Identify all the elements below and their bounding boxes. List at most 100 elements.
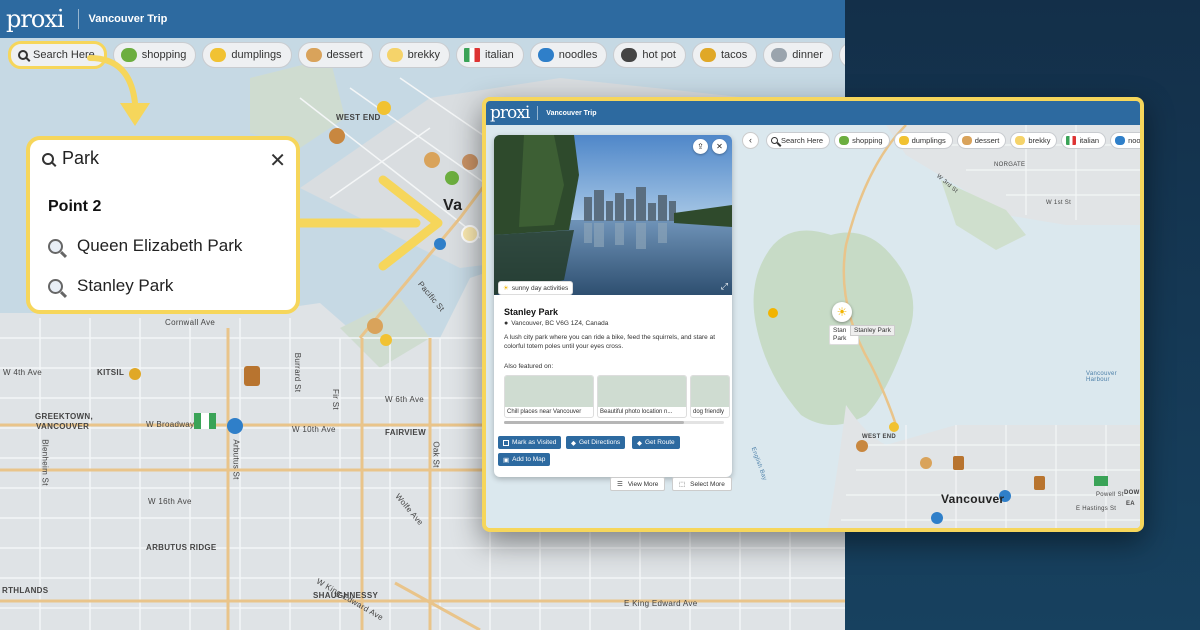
button-label: Get Directions (579, 439, 621, 446)
close-icon[interactable]: ✕ (712, 139, 727, 154)
hot-pot-icon (621, 48, 638, 62)
chip-noodles[interactable]: noo (1110, 132, 1140, 149)
search-query-text: Park (62, 148, 100, 168)
place-name: Stanley Park (504, 307, 559, 317)
chip-dessert[interactable]: dessert (956, 132, 1007, 149)
checkbox-icon (503, 439, 509, 446)
pin-tooltip: Stanley Park (850, 325, 895, 336)
sun-marker-pin[interactable]: ☀ (832, 302, 852, 322)
proxi-logo[interactable]: proxi (0, 5, 64, 33)
featured-lists: Chill places near Vancouver Beautiful ph… (504, 375, 730, 418)
view-more-button[interactable]: ☰ View More (610, 477, 666, 491)
chip-label: dumplings (911, 136, 946, 145)
map-label: GREEKTOWN, (35, 412, 93, 421)
egg-icon (386, 48, 403, 62)
chip-shopping[interactable]: shopping (834, 132, 890, 149)
featured-list-title: dog friendly (693, 409, 725, 415)
chip-brekky[interactable]: brekky (1010, 132, 1058, 149)
category-chip-bar: Search Here shopping dumplings dessert b… (766, 132, 1140, 149)
category-tag[interactable]: ☀ sunny day activities (498, 281, 574, 295)
map-label: WEST END (862, 434, 897, 440)
chip-label: shopping (852, 136, 883, 145)
results-section-heading: Point 2 (48, 198, 102, 215)
map-label: DOW (1124, 490, 1140, 496)
chip-dinner[interactable]: dinner (763, 42, 833, 68)
map-label: Blenheim St (40, 439, 50, 486)
map-label: NORGATE (994, 162, 1026, 168)
address-text: Vancouver, BC V6G 1Z4, Canada (511, 320, 609, 327)
search-result-item[interactable]: Queen Elizabeth Park (48, 236, 242, 256)
map-label: Fir St (330, 389, 340, 410)
search-icon (18, 50, 28, 60)
share-icon[interactable]: ⇪ (693, 139, 708, 154)
map-label: W 1st St (1046, 200, 1072, 206)
search-results-popup: Park ✕ Point 2 Queen Elizabeth Park Stan… (26, 136, 300, 314)
place-address: ● Vancouver, BC V6G 1Z4, Canada (504, 320, 608, 327)
magnifier-icon (48, 238, 63, 254)
map-label: Burrard St (293, 352, 303, 393)
button-label: View More (627, 480, 659, 488)
get-route-button[interactable]: ◆ Get Route (632, 436, 680, 449)
expand-icon[interactable]: ⤢ (721, 281, 728, 292)
location-pin-icon: ● (504, 320, 509, 327)
search-query[interactable]: Park (42, 148, 99, 169)
map-label: Cornwall Ave (165, 318, 216, 327)
chip-italian[interactable]: italian (456, 42, 524, 68)
map-label: WEST END (336, 113, 381, 122)
chip-label: hot pot (642, 49, 676, 61)
italian-flag-icon (464, 48, 481, 62)
back-chevron-icon[interactable]: ‹ (742, 132, 759, 149)
featured-list-card[interactable]: Beautiful photo location n... (597, 375, 687, 418)
chip-brekky[interactable]: brekky (378, 42, 451, 68)
chip-italian[interactable]: italian (1061, 132, 1107, 149)
map-label: E Hastings St (1076, 506, 1117, 512)
map-label: VANCOUVER (36, 422, 90, 431)
search-result-item[interactable]: Stanley Park (48, 276, 173, 296)
directions-icon: ◆ (571, 439, 576, 447)
select-cursor-icon: ⬚ (679, 481, 686, 488)
shopping-icon (839, 136, 850, 145)
place-description: A lush city park where you can ride a bi… (504, 334, 716, 350)
chip-lunch[interactable]: lunch (838, 42, 845, 68)
search-icon (42, 152, 54, 165)
curved-arrow (87, 55, 150, 126)
chip-label: noodles (558, 49, 598, 61)
trip-title: Vancouver Trip (546, 109, 597, 117)
featured-scrollbar[interactable] (504, 421, 724, 424)
cutlery-icon (771, 48, 788, 62)
italian-flag-icon (1066, 136, 1077, 145)
chip-dessert[interactable]: dessert (297, 42, 373, 68)
button-label: Get Route (645, 439, 675, 446)
chip-label: brekky (1028, 136, 1051, 145)
proxi-logo[interactable]: proxi (486, 103, 530, 123)
select-more-button[interactable]: ⬚ Select More (672, 477, 732, 491)
search-here-chip[interactable]: Search Here (766, 132, 831, 149)
featured-list-title: Chill places near Vancouver (507, 409, 582, 415)
chip-dumplings[interactable]: dumplings (893, 132, 953, 149)
map-label: ARBUTUS RIDGE (146, 543, 217, 552)
chip-label: dessert (326, 49, 363, 61)
map-label: W 6th Ave (385, 395, 425, 404)
mark-as-visited-button[interactable]: Mark as Visited (498, 436, 562, 449)
header-divider (77, 9, 79, 29)
map-label: RTHLANDS (2, 586, 49, 595)
stanley-park-photo[interactable] (494, 135, 732, 295)
chip-tacos[interactable]: tacos (691, 42, 758, 68)
chip-noodles[interactable]: noodles (529, 42, 608, 68)
featured-list-card[interactable]: dog friendly (690, 375, 730, 418)
chip-dumplings[interactable]: dumplings (202, 42, 292, 68)
search-result-label: Stanley Park (77, 276, 174, 295)
app-header: proxi Vancouver Trip (0, 0, 845, 38)
map-label: FAIRVIEW (385, 428, 426, 437)
category-tag-label: sunny day activities (511, 284, 569, 292)
featured-list-card[interactable]: Chill places near Vancouver (504, 375, 594, 418)
list-icon: ☰ (617, 481, 623, 488)
chip-hot-pot[interactable]: hot pot (613, 42, 686, 68)
noodle-bowl-icon (1115, 136, 1126, 145)
add-to-map-button[interactable]: ▣ Add to Map (498, 453, 551, 466)
sun-icon: ☀ (503, 285, 509, 292)
get-directions-button[interactable]: ◆ Get Directions (566, 436, 626, 449)
close-icon[interactable]: ✕ (269, 148, 286, 173)
chip-label: tacos (720, 49, 748, 61)
chip-label: dumplings (231, 49, 282, 61)
